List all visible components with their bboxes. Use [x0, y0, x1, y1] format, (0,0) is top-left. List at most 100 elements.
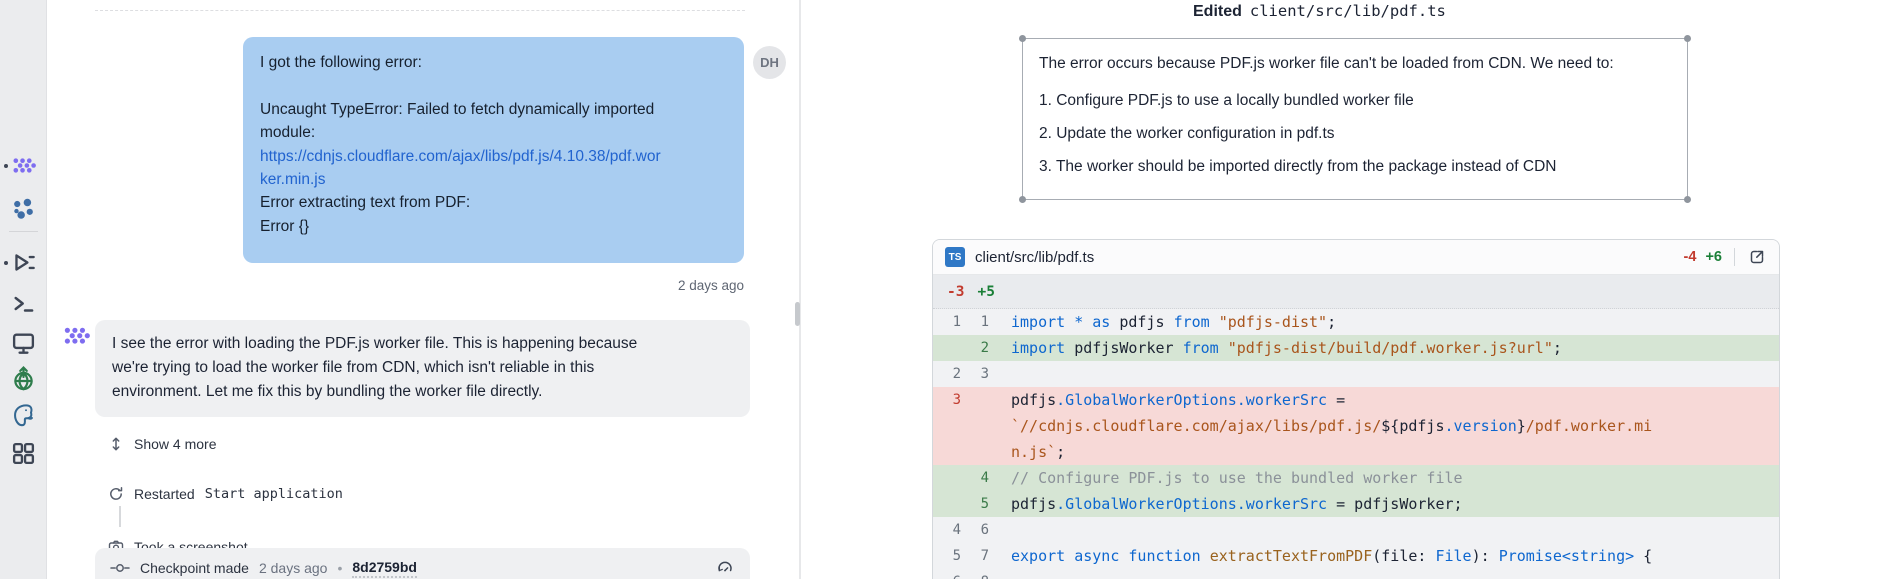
timeline-connector	[119, 506, 121, 527]
restarted-workflow-name: Start application	[205, 486, 343, 502]
diff-line: 2import pdfjsWorker from "pdfjs-dist/bui…	[933, 335, 1779, 361]
diff-line: 68	[933, 569, 1779, 579]
hunk-removed-count: -3	[947, 284, 964, 300]
diff-card-header: TS client/src/lib/pdf.ts -4 +6	[933, 240, 1779, 275]
line-number-new: 6	[961, 517, 989, 543]
shell-icon[interactable]	[11, 291, 36, 316]
note-intro: The error occurs because PDF.js worker f…	[1039, 52, 1671, 76]
show-more-button[interactable]: Show 4 more	[108, 433, 216, 455]
checkpoint-separator: •	[337, 560, 342, 576]
line-number-old	[933, 491, 961, 517]
code-text: export async function extractTextFromPDF…	[989, 543, 1652, 569]
console-icon[interactable]	[11, 330, 36, 355]
lines-added-count: +6	[1705, 249, 1722, 265]
diff-line: 3 pdfjs.GlobalWorkerOptions.workerSrc = `…	[933, 387, 1779, 465]
code-text	[989, 361, 1011, 387]
user-message-bubble: I got the following error: Uncaught Type…	[243, 37, 744, 263]
diff-code-lines: 11import * as pdfjs from "pdfjs-dist";2i…	[933, 309, 1779, 579]
restart-icon	[108, 486, 124, 502]
line-number-old: 4	[933, 517, 961, 543]
replit-workspace: I got the following error: Uncaught Type…	[0, 0, 1904, 579]
chat-scrollbar-thumb[interactable]	[795, 302, 800, 326]
line-number-old: 1	[933, 309, 961, 335]
rollback-button[interactable]	[715, 559, 735, 578]
checkpoint-label: Checkpoint made	[140, 560, 249, 576]
code-text: pdfjs.GlobalWorkerOptions.workerSrc = pd…	[989, 491, 1463, 517]
expand-vertical-icon	[108, 436, 124, 452]
error-url-link[interactable]: https://cdnjs.cloudflare.com/ajax/libs/p…	[260, 148, 661, 188]
selection-handle	[1684, 196, 1691, 203]
postgres-icon[interactable]	[11, 403, 36, 428]
note-list-item: 1. Configure PDF.js to use a locally bun…	[1039, 89, 1671, 113]
line-number-new: 7	[961, 543, 989, 569]
code-text: // Configure PDF.js to use the bundled w…	[989, 465, 1463, 491]
line-number-new: 3	[961, 361, 989, 387]
workflows-icon[interactable]	[11, 250, 36, 275]
edited-file-path: client/src/lib/pdf.ts	[1250, 2, 1446, 20]
agent-unread-dot	[4, 164, 8, 168]
restarted-workflow-row[interactable]: Restarted Start application	[108, 483, 343, 505]
sidebar-divider	[9, 231, 38, 232]
diff-line: 46	[933, 517, 1779, 543]
agent-icon[interactable]	[11, 153, 36, 178]
user-avatar: DH	[753, 46, 786, 79]
line-number-new: 4	[961, 465, 989, 491]
hunk-added-count: +5	[977, 284, 994, 300]
code-text: import pdfjsWorker from "pdfjs-dist/buil…	[989, 335, 1562, 361]
line-number-new: 2	[961, 335, 989, 361]
assistant-icon[interactable]	[11, 197, 36, 222]
edit-summary-title: Edited client/src/lib/pdf.ts	[1193, 2, 1446, 21]
edited-label: Edited	[1193, 3, 1242, 21]
diff-line: 5pdfjs.GlobalWorkerOptions.workerSrc = p…	[933, 491, 1779, 517]
code-text: pdfjs.GlobalWorkerOptions.workerSrc = `/…	[989, 387, 1652, 465]
code-text	[989, 517, 1011, 543]
diff-filename[interactable]: client/src/lib/pdf.ts	[975, 249, 1094, 266]
note-list-item: 3. The worker should be imported directl…	[1039, 155, 1671, 179]
typescript-file-icon: TS	[945, 247, 965, 267]
all-tools-icon[interactable]	[11, 441, 36, 466]
panel-divider	[799, 0, 801, 579]
user-message-text-after: Error extracting text from PDF: Error {}	[260, 194, 470, 234]
open-in-editor-icon	[1747, 247, 1767, 267]
lines-removed-count: -4	[1684, 249, 1697, 265]
selection-handle	[1019, 196, 1026, 203]
message-timestamp: 2 days ago	[243, 278, 744, 293]
selection-handle	[1019, 35, 1026, 42]
line-number-new: 8	[961, 569, 989, 579]
line-number-new: 1	[961, 309, 989, 335]
rollback-gauge-icon	[715, 559, 735, 575]
line-number-old	[933, 465, 961, 491]
checkpoint-time: 2 days ago	[259, 560, 328, 576]
previous-message-dashed-edge	[95, 10, 745, 11]
commit-icon	[110, 560, 130, 576]
code-text: import * as pdfjs from "pdfjs-dist";	[989, 309, 1336, 335]
header-divider	[1734, 248, 1735, 266]
line-number-old: 3	[933, 387, 961, 465]
diff-line: 57export async function extractTextFromP…	[933, 543, 1779, 569]
selection-handle	[1684, 35, 1691, 42]
note-list-item: 2. Update the worker configuration in pd…	[1039, 122, 1671, 146]
line-number-old: 6	[933, 569, 961, 579]
diff-line: 4// Configure PDF.js to use the bundled …	[933, 465, 1779, 491]
checkpoint-bar: Checkpoint made 2 days ago • 8d2759bd	[95, 548, 750, 579]
agent-message-bubble: I see the error with loading the PDF.js …	[95, 320, 750, 417]
user-message-text: I got the following error: Uncaught Type…	[260, 54, 654, 141]
diff-card: TS client/src/lib/pdf.ts -4 +6 -3 +5 11i…	[932, 239, 1780, 579]
deploy-icon[interactable]	[11, 366, 36, 391]
workflows-dot	[4, 261, 8, 265]
line-number-old: 5	[933, 543, 961, 569]
diff-line: 11import * as pdfjs from "pdfjs-dist";	[933, 309, 1779, 335]
line-number-old: 2	[933, 361, 961, 387]
checkpoint-hash[interactable]: 8d2759bd	[352, 559, 417, 578]
agent-note-box: The error occurs because PDF.js worker f…	[1022, 38, 1688, 200]
diff-line: 23	[933, 361, 1779, 387]
agent-avatar-icon	[62, 326, 90, 354]
tool-sidebar	[0, 0, 47, 579]
line-number-new: 5	[961, 491, 989, 517]
restarted-label: Restarted	[134, 486, 195, 502]
hunk-stats-row: -3 +5	[933, 275, 1779, 309]
open-file-button[interactable]	[1747, 247, 1767, 267]
line-number-new	[961, 387, 989, 465]
show-more-label: Show 4 more	[134, 436, 216, 452]
code-text	[989, 569, 1011, 579]
